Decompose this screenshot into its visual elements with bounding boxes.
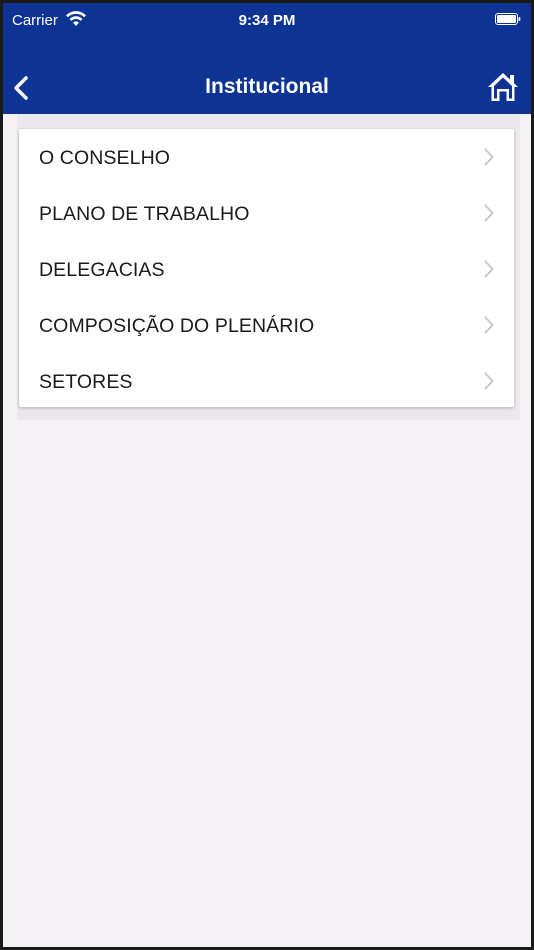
chevron-right-icon (484, 372, 494, 390)
list-item-label: O CONSELHO (39, 147, 171, 169)
list-item-label: PLANO DE TRABALHO (39, 203, 250, 225)
list-item-label: COMPOSIÇÃO DO PLENÁRIO (39, 315, 315, 337)
header: Carrier 9:34 PM Institucional (3, 3, 531, 114)
chevron-right-icon (484, 204, 494, 222)
clock: 9:34 PM (238, 12, 296, 29)
list-item-delegacias[interactable]: DELEGACIAS (19, 241, 514, 297)
list-item-o-conselho[interactable]: O CONSELHO (19, 129, 514, 185)
chevron-right-icon (484, 148, 494, 166)
status-bar: Carrier 9:34 PM (3, 3, 531, 37)
list-item-setores[interactable]: SETORES (19, 353, 514, 409)
chevron-right-icon (484, 316, 494, 334)
home-button[interactable] (487, 71, 519, 103)
list-item-label: DELEGACIAS (39, 259, 165, 281)
chevron-right-icon (484, 260, 494, 278)
list-item-composicao-do-plenario[interactable]: COMPOSIÇÃO DO PLENÁRIO (19, 297, 514, 353)
app-screen: Carrier 9:34 PM Institucional O CONSELHO… (3, 3, 531, 947)
home-icon (488, 73, 518, 101)
list-item-plano-de-trabalho[interactable]: PLANO DE TRABALHO (19, 185, 514, 241)
navigation-bar: Institucional (3, 57, 531, 113)
battery-icon (495, 13, 521, 25)
page-title: Institucional (205, 75, 329, 98)
menu-list: O CONSELHO PLANO DE TRABALHO DELEGACIAS … (19, 129, 514, 407)
list-item-label: SETORES (39, 371, 133, 393)
